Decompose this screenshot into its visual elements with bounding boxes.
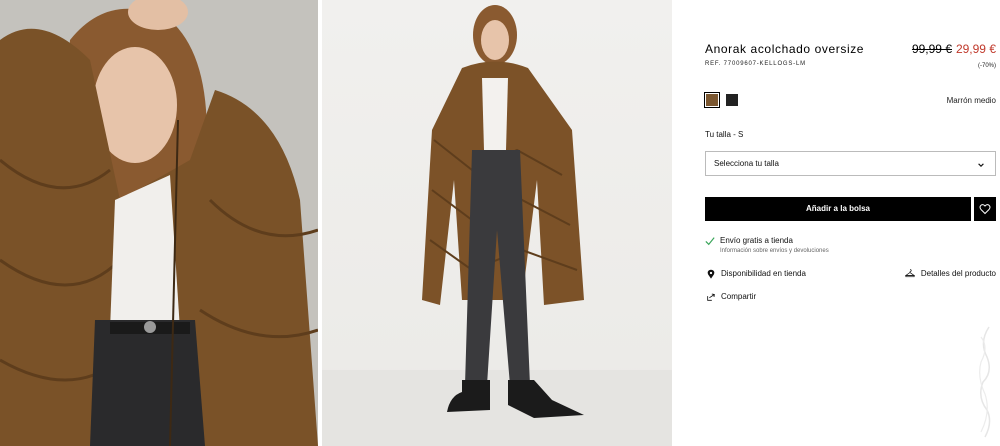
product-title: Anorak acolchado oversize (705, 42, 865, 56)
product-photo-fullbody[interactable] (322, 0, 672, 446)
share-link[interactable]: Compartir (721, 292, 756, 301)
fullbody-illustration (322, 5, 672, 446)
original-price: 99,99 € (911, 42, 952, 56)
hanger-icon (905, 269, 915, 278)
color-swatch-brown[interactable] (704, 92, 720, 108)
share-icon (707, 293, 715, 301)
product-details-link[interactable]: Detalles del producto (921, 269, 996, 278)
product-photo-closeup[interactable] (0, 0, 318, 446)
size-select-dropdown[interactable]: Selecciona tu talla (705, 151, 996, 176)
store-availability-link[interactable]: Disponibilidad en tienda (721, 269, 806, 278)
size-label: Tu talla - S (705, 130, 744, 139)
add-to-bag-button[interactable]: Añadir a la bolsa (705, 197, 971, 221)
product-reference: REF. 77009607-KELLOGS-LM (705, 61, 806, 67)
selected-color-name: Marrón medio (946, 96, 996, 105)
chevron-down-icon (978, 163, 984, 167)
shipping-info-link[interactable]: Información sobre envíos y devoluciones (720, 248, 829, 254)
closeup-illustration (0, 0, 318, 446)
product-info-panel: Anorak acolchado oversize REF. 77009607-… (673, 0, 1000, 446)
heart-icon (979, 204, 991, 215)
color-swatch-black[interactable] (726, 94, 738, 106)
shipping-info-title: Envío gratis a tienda (720, 236, 793, 245)
checkmark-icon (705, 237, 715, 246)
discount-badge: (-70%) (977, 63, 996, 69)
size-select-placeholder: Selecciona tu talla (714, 159, 779, 168)
sale-price: 29,99 € (955, 42, 996, 56)
favorite-button[interactable] (974, 197, 996, 221)
location-pin-icon (707, 269, 715, 279)
watermark (979, 326, 991, 438)
